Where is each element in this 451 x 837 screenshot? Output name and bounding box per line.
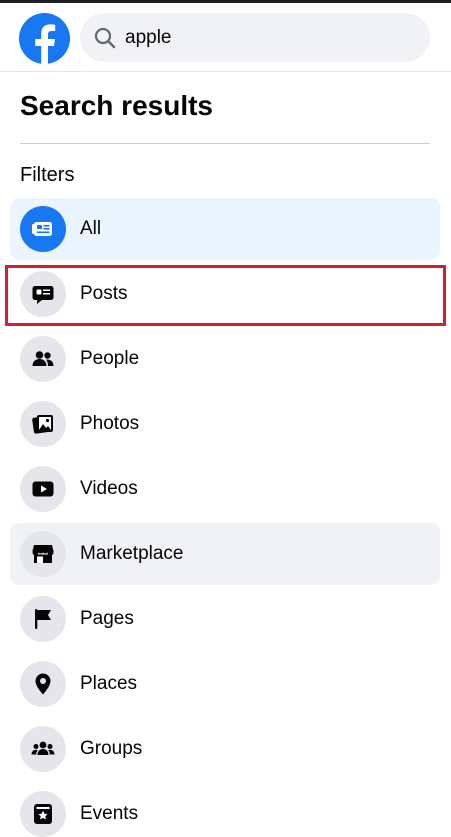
filter-icon-wrap	[20, 661, 66, 707]
filter-icon-wrap	[20, 206, 66, 252]
storefront-icon	[32, 545, 54, 563]
filter-label-events: Events	[80, 803, 139, 824]
annotation-highlight-box	[5, 265, 446, 326]
filter-icon-wrap	[20, 791, 66, 837]
filter-item-people[interactable]: People	[10, 328, 440, 390]
filter-item-marketplace[interactable]: Marketplace	[10, 523, 440, 585]
filters-heading: Filters	[20, 164, 75, 186]
filter-label-all: All	[80, 218, 102, 239]
filter-item-events[interactable]: Events	[10, 783, 440, 837]
filter-item-videos[interactable]: Videos	[10, 458, 440, 520]
feed-icon	[32, 222, 52, 236]
filter-label-groups: Groups	[80, 738, 143, 759]
filter-label-marketplace: Marketplace	[80, 543, 184, 564]
filter-icon-wrap	[20, 726, 66, 772]
filter-label-photos: Photos	[80, 413, 140, 434]
groups-icon	[31, 741, 55, 755]
people-icon	[32, 351, 54, 366]
filter-icon-wrap	[20, 531, 66, 577]
calendar-star-icon	[34, 804, 52, 824]
flag-icon	[35, 609, 51, 629]
filter-item-all[interactable]: All	[10, 198, 440, 260]
filter-label-pages: Pages	[80, 608, 134, 629]
filter-icon-wrap	[20, 336, 66, 382]
filter-label-people: People	[80, 348, 140, 369]
filter-item-photos[interactable]: Photos	[10, 393, 440, 455]
top-bar	[0, 3, 451, 72]
filter-icon-wrap	[20, 466, 66, 512]
photos-icon	[32, 415, 53, 434]
search-icon	[94, 27, 116, 49]
facebook-logo-icon[interactable]	[19, 13, 70, 64]
filter-icon-wrap	[20, 596, 66, 642]
filter-label-videos: Videos	[80, 478, 138, 499]
filter-item-places[interactable]: Places	[10, 653, 440, 715]
filter-item-pages[interactable]: Pages	[10, 588, 440, 650]
filter-icon-wrap	[20, 401, 66, 447]
video-play-icon	[32, 481, 54, 497]
filter-item-groups[interactable]: Groups	[10, 718, 440, 780]
page-title: Search results	[20, 90, 213, 121]
search-bar[interactable]	[80, 13, 430, 62]
divider	[20, 143, 430, 144]
map-pin-icon	[35, 673, 51, 695]
search-input[interactable]	[125, 13, 415, 62]
filter-label-places: Places	[80, 673, 138, 694]
